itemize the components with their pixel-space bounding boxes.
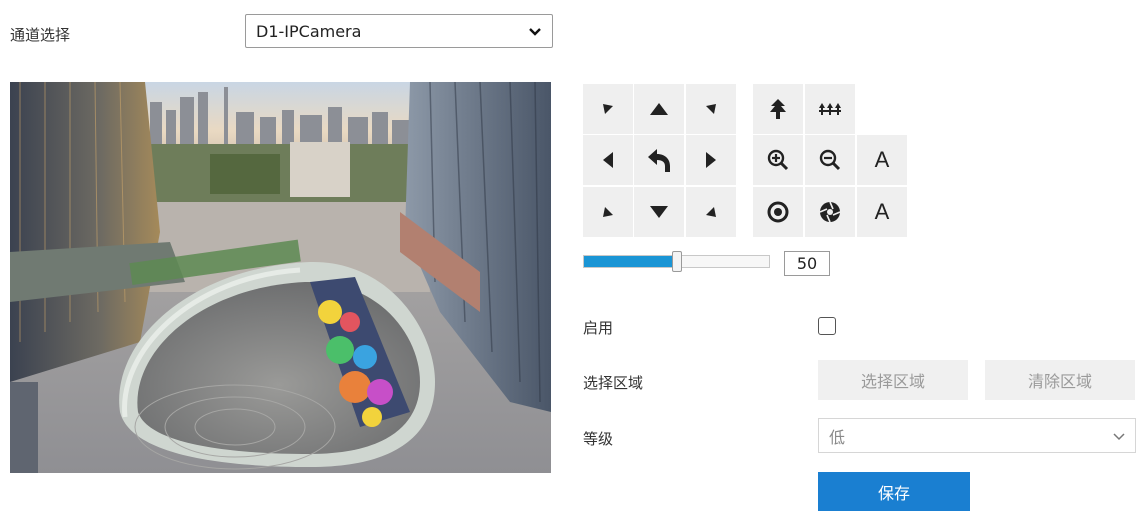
channel-select[interactable]: D1-IPCamera — [245, 14, 553, 48]
iris-open-button[interactable] — [753, 187, 803, 237]
arrow-down-right-icon — [704, 205, 718, 219]
pan-up-button[interactable] — [634, 84, 684, 134]
ptz-reset-button[interactable] — [634, 135, 684, 185]
arrow-left-icon — [602, 151, 614, 169]
speed-slider-thumb[interactable] — [672, 251, 682, 272]
save-button[interactable]: 保存 — [818, 472, 970, 511]
arrow-right-icon — [705, 151, 717, 169]
arrow-up-left-icon — [601, 102, 615, 116]
select-region-button[interactable]: 选择区域 — [818, 360, 968, 400]
speed-slider-fill — [584, 256, 677, 267]
focus-near-button[interactable] — [805, 84, 855, 134]
pan-up-right-button[interactable] — [686, 84, 736, 134]
channel-label: 通道选择 — [10, 26, 71, 44]
zoom-out-icon — [819, 149, 841, 171]
iris-close-button[interactable] — [805, 187, 855, 237]
level-select[interactable]: 低 — [818, 418, 1136, 453]
pan-down-left-button[interactable] — [583, 187, 633, 237]
arrow-down-icon — [649, 205, 669, 219]
auto-focus-button[interactable]: A — [857, 135, 907, 185]
trees-icon — [819, 102, 841, 116]
iris-open-icon — [767, 201, 789, 223]
pan-down-button[interactable] — [634, 187, 684, 237]
arrow-up-icon — [649, 102, 669, 116]
channel-select-value: D1-IPCamera — [256, 21, 362, 41]
undo-icon — [645, 146, 673, 174]
region-label: 选择区域 — [583, 374, 644, 392]
enable-checkbox[interactable] — [818, 317, 836, 335]
auto-iris-button[interactable]: A — [857, 187, 907, 237]
focus-far-button[interactable] — [753, 84, 803, 134]
clear-region-button[interactable]: 清除区域 — [985, 360, 1135, 400]
enable-label: 启用 — [583, 319, 614, 337]
chevron-down-icon — [528, 22, 542, 41]
arrow-down-left-icon — [601, 205, 615, 219]
iris-close-icon — [819, 201, 841, 223]
auto-focus-label: A — [874, 147, 890, 172]
level-select-value: 低 — [829, 427, 846, 447]
pan-down-right-button[interactable] — [686, 187, 736, 237]
auto-iris-label: A — [874, 199, 890, 224]
chevron-down-icon — [1113, 426, 1125, 445]
zoom-in-icon — [767, 149, 789, 171]
zoom-out-button[interactable] — [805, 135, 855, 185]
arrow-up-right-icon — [704, 102, 718, 116]
live-video-view[interactable] — [10, 82, 551, 473]
zoom-in-button[interactable] — [753, 135, 803, 185]
speed-value-field[interactable]: 50 — [784, 251, 830, 276]
pan-left-button[interactable] — [583, 135, 633, 185]
level-label: 等级 — [583, 430, 614, 448]
pan-right-button[interactable] — [686, 135, 736, 185]
pan-up-left-button[interactable] — [583, 84, 633, 134]
tree-icon — [768, 98, 788, 120]
